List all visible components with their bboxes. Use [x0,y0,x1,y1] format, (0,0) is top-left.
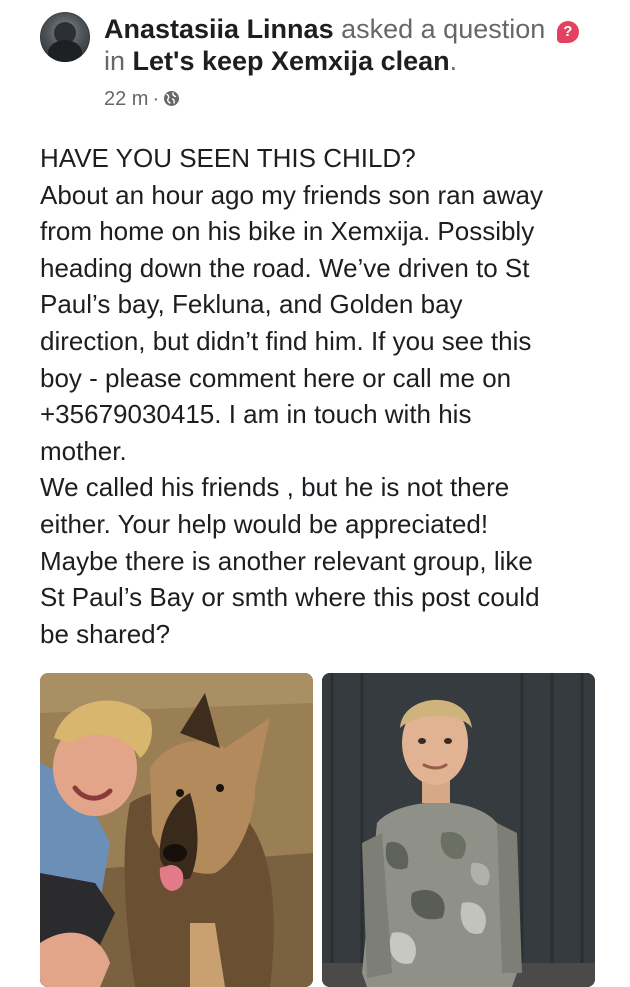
post-header-line-2: in Let's keep Xemxija clean. [104,44,457,78]
post-photo-boy-with-dog[interactable] [40,673,313,987]
post-action: asked a question [341,14,546,44]
post-body-line: boy - please comment here or call me on [40,362,512,393]
post-body-line: +35679030415. I am in touch with his [40,399,472,430]
meta-separator: · [152,88,160,110]
post-body-line: About an hour ago my friends son ran awa… [40,179,543,210]
post-body: HAVE YOU SEEN THIS CHILD? About an hour … [40,140,600,652]
post-body-line: mother. [40,435,127,466]
post-body-line: heading down the road. We’ve driven to S… [40,252,530,283]
post-body-line: We called his friends , but he is not th… [40,472,510,503]
post-body-line: either. Your help would be appreciated! [40,508,489,539]
author-avatar[interactable] [40,12,90,62]
post-body-line: be shared? [40,618,171,649]
post-card: Anastasiia Linnas asked a question ? in … [0,0,630,987]
post-body-line: St Paul’s Bay or smth where this post co… [40,582,540,613]
post-body-line: HAVE YOU SEEN THIS CHILD? [40,143,416,173]
avatar-body-shape [48,40,82,62]
post-body-line: from home on his bike in Xemxija. Possib… [40,216,535,247]
question-icon: ? [556,21,579,43]
post-body-line: Maybe there is another relevant group, l… [40,545,533,576]
author-name[interactable]: Anastasiia Linnas [104,14,334,44]
post-meta: 22 m · [104,86,180,112]
group-name-link[interactable]: Let's keep Xemxija clean [133,46,450,76]
post-timestamp[interactable]: 22 m [104,88,148,110]
group-suffix: . [449,46,458,76]
post-header-line-1: Anastasiia Linnas asked a question ? [104,12,579,46]
globe-icon[interactable] [163,88,180,106]
post-body-line: direction, but didn’t find him. If you s… [40,325,532,356]
post-photo-boy-portrait[interactable] [322,673,595,987]
in-word: in [104,46,126,76]
post-body-line: Paul’s bay, Fekluna, and Golden bay [40,289,463,320]
